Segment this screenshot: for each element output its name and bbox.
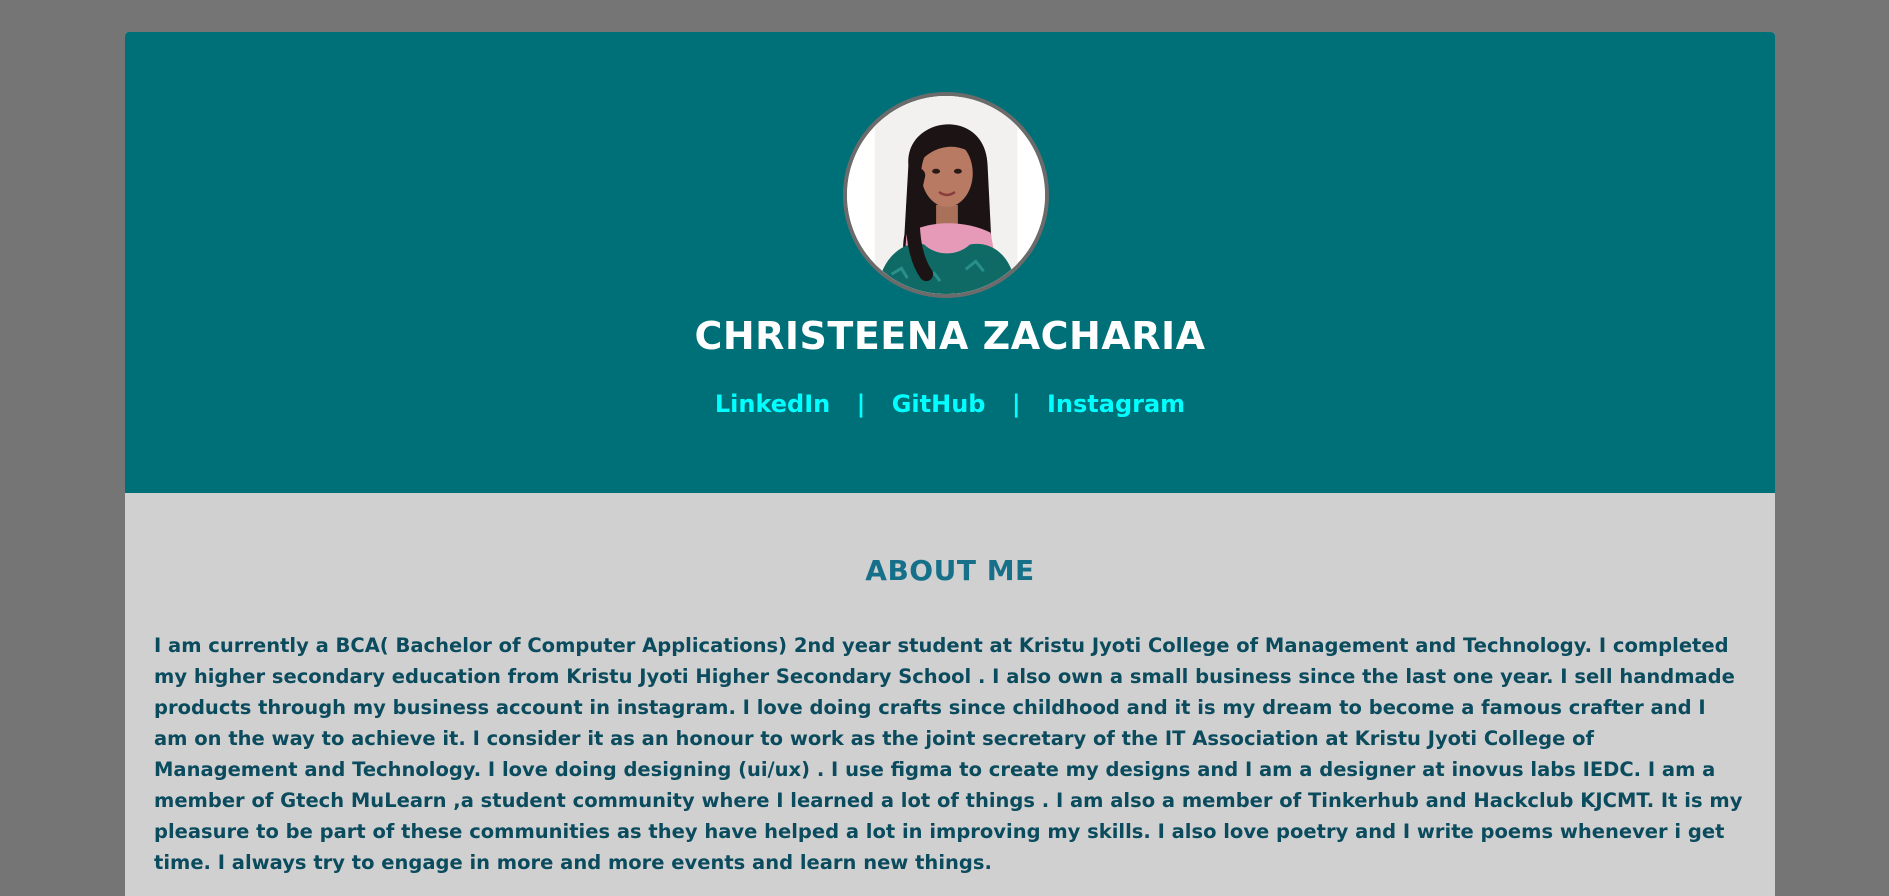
about-heading: ABOUT ME (865, 554, 1035, 587)
link-separator: | (856, 390, 866, 418)
link-separator: | (1011, 390, 1021, 418)
github-link[interactable]: GitHub (892, 390, 986, 418)
instagram-link[interactable]: Instagram (1047, 390, 1185, 418)
about-paragraph: I am currently a BCA( Bachelor of Comput… (154, 634, 1743, 874)
profile-name: CHRISTEENA ZACHARIA (694, 314, 1206, 358)
profile-photo (847, 96, 1045, 294)
linkedin-link[interactable]: LinkedIn (715, 390, 830, 418)
hero-header: CHRISTEENA ZACHARIA LinkedIn | GitHub | … (125, 32, 1775, 493)
social-links: LinkedIn | GitHub | Instagram (125, 390, 1775, 418)
profile-card: CHRISTEENA ZACHARIA LinkedIn | GitHub | … (125, 32, 1775, 896)
avatar (843, 92, 1049, 298)
